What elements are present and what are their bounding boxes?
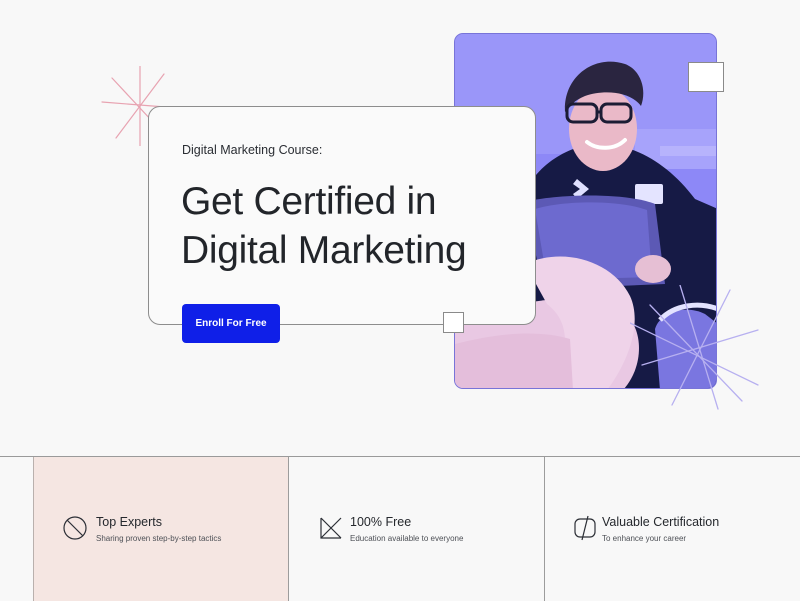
hero-title: Get Certified in Digital Marketing xyxy=(181,177,467,275)
feature-title: Valuable Certification xyxy=(602,515,720,529)
feature-title: 100% Free xyxy=(350,515,412,529)
feature-title: Top Experts xyxy=(96,515,163,529)
feature-free: 100% Free Education available to everyon… xyxy=(289,457,545,601)
course-eyebrow: Digital Marketing Course: xyxy=(182,143,323,157)
features-strip: Top Experts Sharing proven step-by-step … xyxy=(0,456,800,601)
feature-subtitle: Education available to everyone xyxy=(350,534,464,543)
feature-subtitle: Sharing proven step-by-step tactics xyxy=(96,534,222,543)
decorative-square xyxy=(443,312,464,333)
hero-title-line-2: Digital Marketing xyxy=(181,229,467,272)
feature-subtitle: To enhance your career xyxy=(602,534,687,543)
certificate-icon xyxy=(574,515,596,541)
lilac-sparkle-icon xyxy=(630,285,759,410)
no-symbol-icon xyxy=(63,516,87,540)
feature-top-experts: Top Experts Sharing proven step-by-step … xyxy=(33,457,289,601)
hero-title-line-1: Get Certified in xyxy=(181,180,437,223)
enroll-button[interactable]: Enroll For Free xyxy=(182,304,280,343)
crossed-square-icon xyxy=(320,517,342,539)
hero-card: Digital Marketing Course: Get Certified … xyxy=(148,106,536,325)
decorative-square xyxy=(688,62,724,92)
feature-certification: Valuable Certification To enhance your c… xyxy=(545,457,800,601)
